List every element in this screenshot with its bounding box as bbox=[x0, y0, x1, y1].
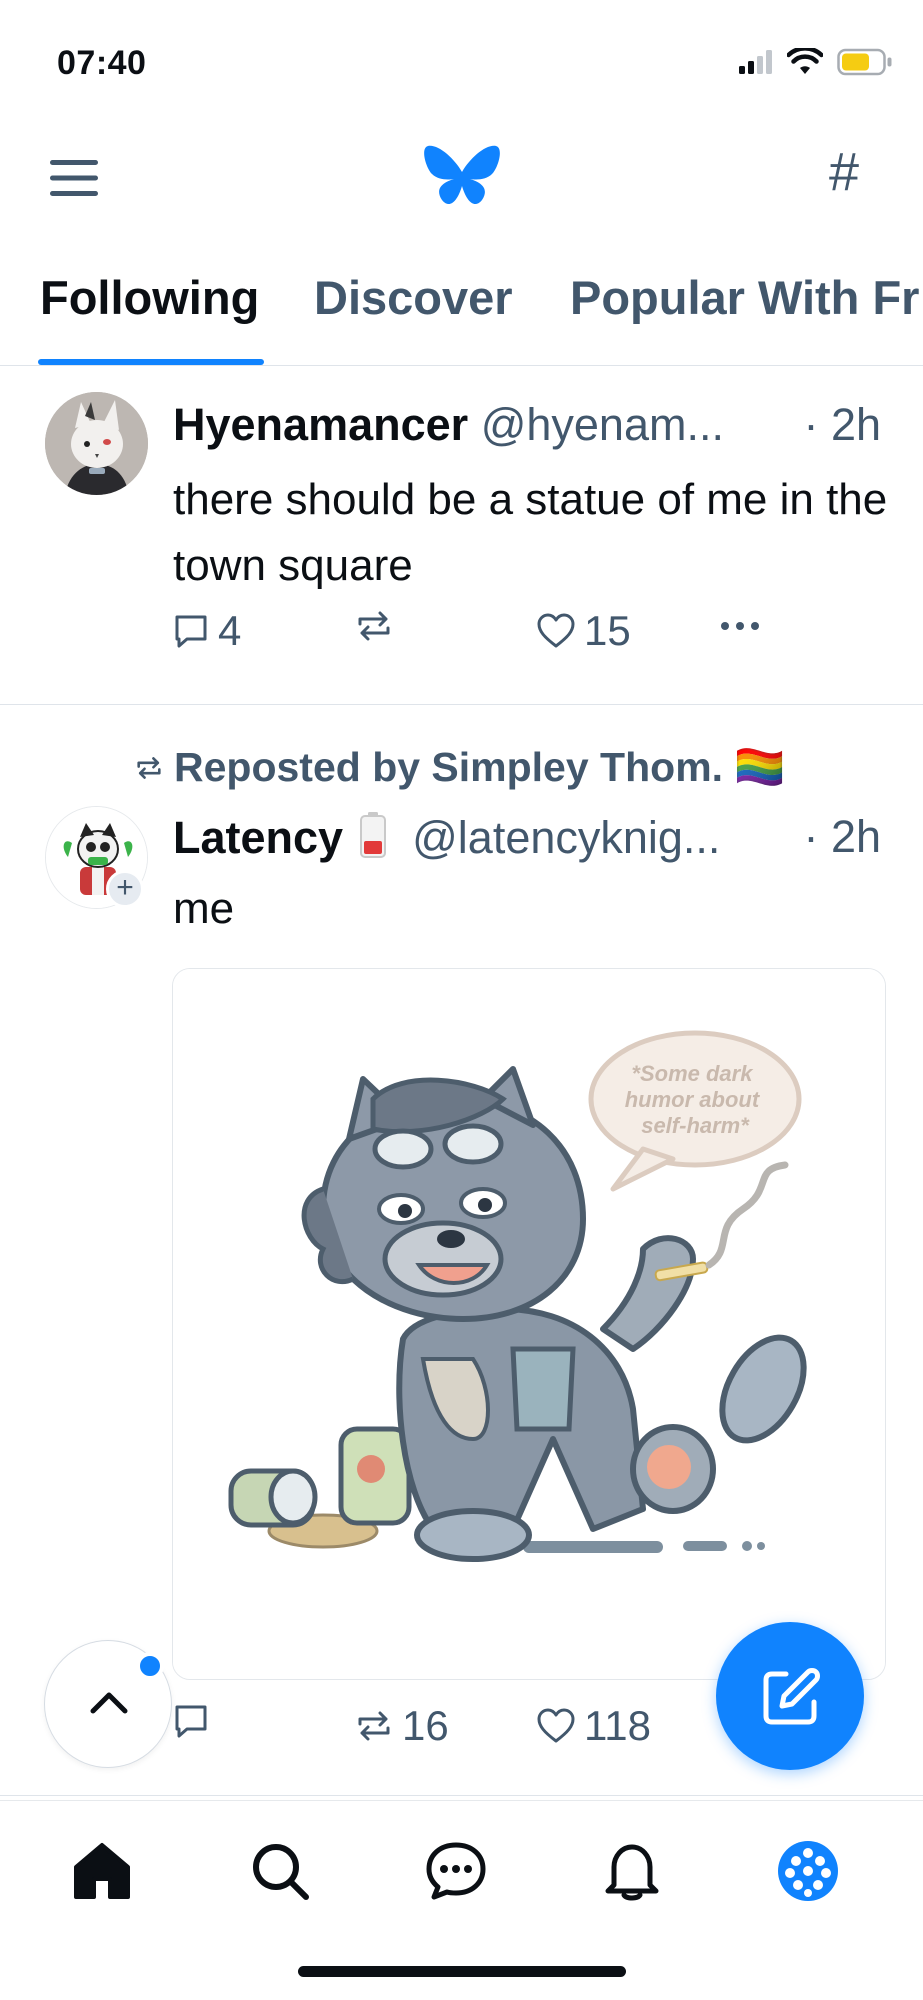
heart-icon bbox=[537, 1708, 575, 1743]
reply-icon bbox=[175, 615, 207, 648]
bluesky-logo[interactable] bbox=[424, 142, 500, 212]
post-time: · 2h bbox=[803, 399, 881, 450]
hashtag-feeds-button[interactable]: # bbox=[819, 144, 869, 200]
reposted-by[interactable]: Reposted by Simpley Thom. 🏳️‍🌈 bbox=[134, 744, 785, 792]
author-handle[interactable]: @latencyknig... bbox=[412, 812, 720, 863]
status-time: 07:40 bbox=[57, 44, 147, 82]
author-name[interactable]: Hyenamancer bbox=[173, 399, 468, 450]
compose-pencil-icon bbox=[763, 1668, 820, 1725]
post-actions: 4 15 bbox=[172, 607, 872, 667]
like-count: 15 bbox=[584, 607, 631, 654]
tab-notifications[interactable] bbox=[600, 1839, 664, 1903]
post-image[interactable]: *Some dark humor about self-harm* bbox=[172, 968, 886, 1680]
search-icon bbox=[253, 1844, 309, 1900]
post-header: Latency @latencyknig... bbox=[173, 811, 720, 864]
post[interactable]: Hyenamancer @hyenam... · 2h there should… bbox=[0, 367, 923, 705]
repost-icon bbox=[137, 757, 161, 779]
bell-icon bbox=[605, 1844, 659, 1901]
feed-tabs: Following Discover Popular With Fr bbox=[0, 240, 923, 366]
reply-button[interactable] bbox=[172, 1702, 218, 1740]
wifi-icon bbox=[787, 48, 823, 74]
reply-icon bbox=[175, 1705, 207, 1738]
avatar[interactable] bbox=[45, 392, 148, 495]
author-handle[interactable]: @hyenam... bbox=[481, 399, 724, 450]
menu-button[interactable] bbox=[48, 156, 100, 200]
follow-plus-button[interactable]: + bbox=[106, 870, 144, 908]
bubble-line-1: *Some dark bbox=[631, 1061, 754, 1086]
like-button[interactable]: 15 bbox=[536, 607, 631, 655]
status-bar: 07:40 bbox=[0, 0, 923, 130]
tab-following[interactable]: Following bbox=[40, 270, 259, 325]
battery-icon bbox=[837, 48, 892, 76]
wolf-illustration-image: *Some dark humor about self-harm* bbox=[173, 969, 885, 1679]
tab-profile-feeds[interactable] bbox=[776, 1839, 840, 1903]
like-button[interactable]: 118 bbox=[536, 1702, 651, 1750]
more-options-button[interactable] bbox=[718, 607, 762, 645]
repost-icon bbox=[358, 611, 390, 641]
tab-search[interactable] bbox=[248, 1839, 312, 1903]
battery-low-emoji-icon bbox=[359, 812, 386, 858]
reposted-by-label: Reposted by Simpley Thom. 🏳️‍🌈 bbox=[174, 744, 786, 790]
repost-button[interactable]: 16 bbox=[354, 1702, 449, 1750]
tab-discover[interactable]: Discover bbox=[314, 270, 513, 325]
status-icons bbox=[739, 48, 893, 76]
post-text: there should be a statue of me in the to… bbox=[173, 475, 888, 590]
top-nav: # bbox=[0, 130, 923, 230]
more-dots-icon bbox=[721, 622, 759, 630]
post-header: Hyenamancer @hyenam... bbox=[173, 399, 724, 451]
compose-button[interactable] bbox=[716, 1622, 864, 1770]
repost-button[interactable] bbox=[354, 607, 402, 645]
home-indicator[interactable] bbox=[298, 1966, 626, 1977]
new-posts-indicator bbox=[136, 1652, 164, 1680]
tab-chat[interactable] bbox=[424, 1839, 488, 1903]
svg-text:*Some dark humor about: *Some dark humor about self-harm* bbox=[625, 1061, 766, 1138]
author-name[interactable]: Latency bbox=[173, 812, 343, 863]
bubble-line-3: self-harm* bbox=[641, 1113, 750, 1138]
hamburger-menu-icon bbox=[50, 160, 98, 196]
butterfly-logo-icon bbox=[424, 145, 500, 205]
tab-popular-with-friends[interactable]: Popular With Fr bbox=[570, 270, 919, 325]
post-time: · 2h bbox=[803, 811, 881, 862]
chat-icon bbox=[426, 1842, 486, 1900]
heart-icon bbox=[537, 613, 575, 648]
like-count: 118 bbox=[584, 1702, 651, 1749]
bubble-line-2: humor about bbox=[625, 1087, 761, 1112]
feeds-icon bbox=[778, 1841, 838, 1901]
repost-count: 16 bbox=[402, 1702, 449, 1749]
post-text: me bbox=[173, 884, 235, 933]
reply-count: 4 bbox=[218, 607, 242, 654]
cellular-signal-icon bbox=[739, 50, 772, 74]
tab-home[interactable] bbox=[70, 1839, 134, 1903]
reply-button[interactable]: 4 bbox=[172, 607, 241, 655]
active-tab-indicator bbox=[38, 359, 264, 365]
repost-icon bbox=[358, 1711, 390, 1741]
home-icon bbox=[74, 1843, 130, 1899]
hyena-avatar-icon bbox=[45, 392, 148, 495]
